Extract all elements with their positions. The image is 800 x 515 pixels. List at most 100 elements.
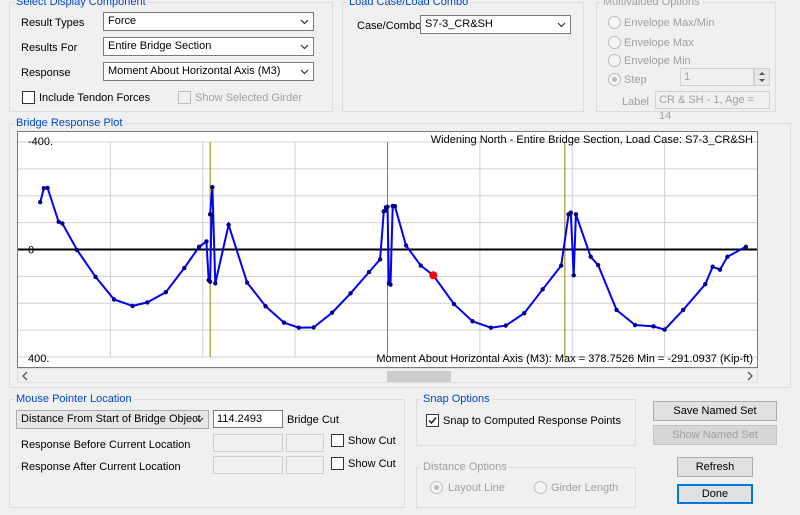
snap-label: Snap to Computed Response Points xyxy=(443,415,621,427)
data-point xyxy=(111,297,117,302)
show-selected-girder-checkbox[interactable] xyxy=(178,91,191,104)
data-point xyxy=(451,301,457,307)
data-point xyxy=(366,269,372,275)
step-spinner[interactable] xyxy=(754,68,770,86)
envelope-min-radio[interactable] xyxy=(608,54,621,67)
data-point xyxy=(571,273,576,278)
data-point xyxy=(568,210,573,215)
data-point xyxy=(470,319,475,324)
show-named-set-button[interactable]: Show Named Set xyxy=(653,425,777,445)
response-before-input-1 xyxy=(213,434,283,452)
show-cut-label-2: Show Cut xyxy=(348,458,396,470)
data-point xyxy=(93,274,98,280)
data-point xyxy=(703,281,708,287)
chevron-down-icon xyxy=(300,19,309,25)
save-named-set-button[interactable]: Save Named Set xyxy=(653,401,777,421)
data-point xyxy=(182,265,187,271)
cursor-marker[interactable] xyxy=(429,271,438,280)
scroll-left-icon[interactable] xyxy=(21,371,29,381)
distance-type-value: Distance From Start of Bridge Object xyxy=(21,413,201,425)
chevron-down-icon xyxy=(195,417,204,423)
girder-length-label: Girder Length xyxy=(551,482,619,494)
response-before-label: Response Before Current Location xyxy=(21,439,191,451)
multivalued-legend: Multivalued Options xyxy=(603,0,700,8)
scroll-thumb[interactable] xyxy=(387,371,451,382)
girder-length-radio[interactable] xyxy=(534,481,547,494)
layout-line-radio[interactable] xyxy=(430,481,443,494)
data-point xyxy=(558,263,564,268)
data-point xyxy=(588,254,593,259)
chevron-down-icon xyxy=(557,22,566,28)
y-zero-label: 0 xyxy=(28,245,34,257)
data-point xyxy=(595,262,601,268)
data-point xyxy=(662,327,667,332)
data-point xyxy=(348,291,353,296)
response-after-label: Response After Current Location xyxy=(21,461,181,473)
distance-input[interactable]: 114.2493 xyxy=(213,410,283,428)
case-combo-select[interactable]: S7-3_CR&SH xyxy=(420,15,571,34)
step-input[interactable]: 1 xyxy=(680,68,754,86)
show-cut-checkbox-2[interactable] xyxy=(331,457,344,470)
plot-horizontal-scrollbar[interactable] xyxy=(17,368,758,383)
data-point xyxy=(743,244,749,250)
snap-options-legend: Snap Options xyxy=(423,393,490,405)
step-label: Step xyxy=(624,74,647,86)
data-point xyxy=(710,264,715,269)
snap-checkbox[interactable] xyxy=(426,414,439,427)
include-tendon-label: Include Tendon Forces xyxy=(39,92,151,104)
data-point xyxy=(717,267,723,272)
envelope-min-label: Envelope Min xyxy=(624,55,691,67)
data-point xyxy=(329,310,335,315)
show-selected-girder-label: Show Selected Girder xyxy=(195,92,302,104)
refresh-button[interactable]: Refresh xyxy=(677,457,753,477)
y-bottom-label: 400. xyxy=(28,353,49,365)
response-before-input-2 xyxy=(286,434,324,452)
response-combo[interactable]: Moment About Horizontal Axis (M3) xyxy=(103,62,314,81)
data-point xyxy=(281,320,287,325)
envelope-max-radio[interactable] xyxy=(608,36,621,49)
envelope-maxmin-label: Envelope Max/Min xyxy=(624,17,715,29)
data-point xyxy=(74,247,80,253)
show-cut-checkbox-1[interactable] xyxy=(331,434,344,447)
results-for-value: Entire Bridge Section xyxy=(108,40,212,52)
data-point xyxy=(196,244,202,250)
data-point xyxy=(385,204,390,209)
include-tendon-checkbox[interactable] xyxy=(22,91,35,104)
data-point xyxy=(296,325,302,330)
response-after-input-1 xyxy=(213,456,283,474)
data-point xyxy=(540,287,545,292)
data-point xyxy=(226,222,231,227)
data-point xyxy=(244,280,250,285)
plot-header-text: Widening North - Entire Bridge Section, … xyxy=(431,134,753,146)
done-button[interactable]: Done xyxy=(677,484,753,504)
result-types-value: Force xyxy=(108,15,137,27)
layout-line-label: Layout Line xyxy=(448,482,505,494)
response-chart[interactable]: -400. 0 400. Widening North - Entire Bridge… xyxy=(18,132,757,367)
data-point xyxy=(45,185,50,191)
data-point xyxy=(573,212,579,217)
data-point xyxy=(632,322,638,328)
case-combo-value: S7-3_CR&SH xyxy=(425,18,493,30)
step-radio[interactable] xyxy=(608,73,621,86)
distance-type-combo[interactable]: Distance From Start of Bridge Object xyxy=(16,410,209,429)
label-input[interactable]: CR & SH - 1, Age = 14 xyxy=(655,91,770,122)
result-types-combo[interactable]: Force xyxy=(103,12,314,31)
scroll-right-icon[interactable] xyxy=(746,371,754,381)
plot-canvas[interactable]: -400. 0 400. Widening North - Entire Bridge… xyxy=(17,131,758,368)
envelope-maxmin-radio[interactable] xyxy=(608,16,621,29)
results-for-combo[interactable]: Entire Bridge Section xyxy=(103,37,314,56)
show-cut-label-1: Show Cut xyxy=(348,435,396,447)
data-point xyxy=(60,221,65,226)
mouse-pointer-legend: Mouse Pointer Location xyxy=(16,393,132,405)
data-point xyxy=(418,263,423,268)
data-point xyxy=(204,239,209,244)
moment-series-line xyxy=(39,186,747,331)
data-point xyxy=(207,212,213,217)
data-point xyxy=(377,257,383,262)
data-point xyxy=(392,204,398,209)
data-point xyxy=(163,290,168,295)
data-point xyxy=(213,281,218,286)
distance-options-legend: Distance Options xyxy=(423,461,507,473)
chevron-down-icon xyxy=(300,69,309,75)
data-point xyxy=(651,324,656,329)
